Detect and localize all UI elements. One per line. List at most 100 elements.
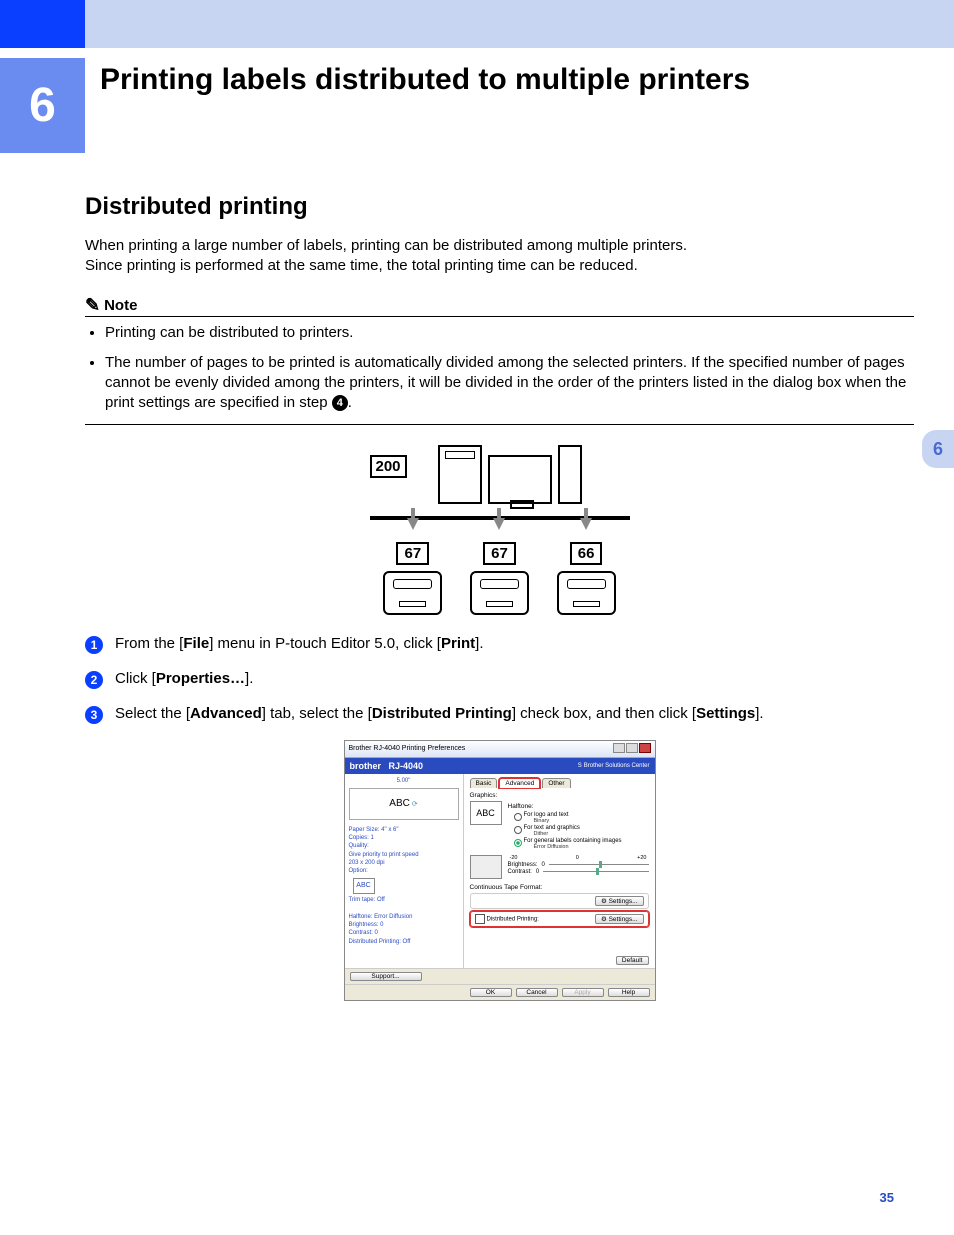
step-1: 1 From the [File] menu in P-touch Editor… [85,635,914,654]
help-button[interactable]: Help [608,988,650,997]
cancel-button[interactable]: Cancel [516,988,558,997]
ctf-settings-button[interactable]: ⚙ Settings... [595,896,644,906]
graphics-swatch: ABC [470,801,502,825]
radio-dither[interactable]: For text and graphicsDither [514,825,649,837]
solutions-text: Brother Solutions Center [584,763,650,769]
mini-preview: ABC [353,878,375,894]
monitor-icon [488,455,552,504]
brand-bar: brother RJ-4040 SBrother Solutions Cente… [345,758,655,774]
step-number-2: 2 [85,671,103,689]
radio-sub: Error Diffusion [534,844,622,850]
range-mid: 0 [576,855,579,861]
solutions-center-link[interactable]: SBrother Solutions Center [578,763,650,769]
radio-binary[interactable]: For logo and textBinary [514,812,649,824]
radio-sub: Binary [534,818,569,824]
model-name: RJ-4040 [389,761,424,771]
dialog-titlebar: Brother RJ-4040 Printing Preferences [345,741,655,758]
note-item-2-pre: The number of pages to be printed is aut… [105,354,906,412]
bold-text: Properties… [156,670,245,687]
brightness-slider[interactable]: Brightness:0 [508,862,649,868]
printing-preferences-dialog: Brother RJ-4040 Printing Preferences bro… [344,740,656,1001]
chapter-heading: 6 Printing labels distributed to multipl… [0,58,954,153]
diagram-count-2: 67 [483,542,516,565]
support-button[interactable]: Support... [350,972,422,981]
bold-text: Distributed Printing [372,705,512,722]
note-item-2: The number of pages to be printed is aut… [105,353,914,414]
tab-advanced[interactable]: Advanced [499,778,540,788]
tab-basic[interactable]: Basic [470,778,498,788]
ok-button[interactable]: OK [470,988,512,997]
info-copies: Copies: 1 [349,834,459,842]
info-trim: Trim tape: Off [349,896,459,904]
bold-text: Settings [696,705,755,722]
step-2: 2 Click [Properties…]. [85,670,914,689]
range-min: -20 [510,855,518,861]
text: ]. [755,705,763,722]
printer-icon [557,571,616,615]
note-list: Printing can be distributed to printers.… [85,323,914,414]
slider-value: 0 [536,869,539,875]
diagram-count-3: 66 [570,542,603,565]
bold-text: File [183,635,209,652]
info-block: Paper Size: 4" x 6" Copies: 1 Quality: G… [349,826,459,947]
dialog-right-panel: Basic Advanced Other Graphics: ABC Halft… [464,774,655,968]
bold-text: Advanced [190,705,262,722]
default-button[interactable]: Default [616,956,649,965]
step-number-3: 3 [85,706,103,724]
ctf-row: ⚙ Settings... [470,893,649,909]
arrow-down-icon [580,518,592,530]
bold-text: Print [441,635,475,652]
header-bar [0,0,954,48]
distribution-diagram: 200 67 67 66 [370,445,630,615]
tab-other[interactable]: Other [542,778,570,788]
slider-label: Brightness: [508,862,538,868]
info-quality: Quality: [349,842,459,850]
range-max: +20 [637,855,646,861]
dialog-left-panel: 5.00" ABC⟳ Paper Size: 4" x 6" Copies: 1… [345,774,464,968]
step-ref-circle: 4 [332,395,348,411]
chapter-title: Printing labels distributed to multiple … [85,58,954,98]
text: ]. [475,635,483,652]
brightness-swatch [470,855,502,879]
dialog-title: Brother RJ-4040 Printing Preferences [349,745,466,752]
preview-text: ABC [389,798,410,809]
tab-bar: Basic Advanced Other [470,778,649,788]
rotate-icon[interactable]: ⟳ [412,800,418,808]
note-divider [85,424,914,425]
radio-label: For text and graphics [524,825,580,831]
arrow-down-icon [407,518,419,530]
info-contrast: Contrast: 0 [349,929,459,937]
arrow-down-icon [493,518,505,530]
step-number-1: 1 [85,636,103,654]
diagram-total-label: 200 [370,455,407,478]
text: ] tab, select the [ [262,705,372,722]
radio-sub: Dither [534,831,580,837]
radio-error-diffusion[interactable]: For general labels containing imagesErro… [514,838,649,850]
info-paper: Paper Size: 4" x 6" [349,826,459,834]
chapter-side-tab: 6 [922,430,954,468]
dp-settings-button[interactable]: ⚙ Settings... [595,914,644,924]
maximize-icon[interactable] [626,743,638,753]
text: Select the [ [115,705,190,722]
distributed-printing-row: Distributed Printing: ⚙ Settings... [470,911,649,927]
close-icon[interactable] [639,743,651,753]
text: From the [ [115,635,183,652]
note-heading: ✎ Note [85,295,914,317]
minimize-icon[interactable] [613,743,625,753]
text: ]. [245,670,253,687]
intro-line1: When printing a large number of labels, … [85,237,687,254]
apply-button[interactable]: Apply [562,988,604,997]
info-quality-detail: Give priority to print speed [349,851,459,859]
info-option: Option: [349,867,459,875]
dp-label: Distributed Printing: [487,916,539,922]
info-brightness: Brightness: 0 [349,921,459,929]
graphics-label: Graphics: [470,792,649,799]
distributed-printing-checkbox[interactable] [475,914,485,924]
note-item-2-post: . [348,394,352,411]
brand-name: brother [350,761,382,771]
header-accent [0,0,85,48]
printer-icon [470,571,529,615]
radio-label: For general labels containing images [524,838,622,844]
contrast-slider[interactable]: Contrast:0 [508,869,649,875]
info-dpi: 203 x 200 dpi [349,859,459,867]
